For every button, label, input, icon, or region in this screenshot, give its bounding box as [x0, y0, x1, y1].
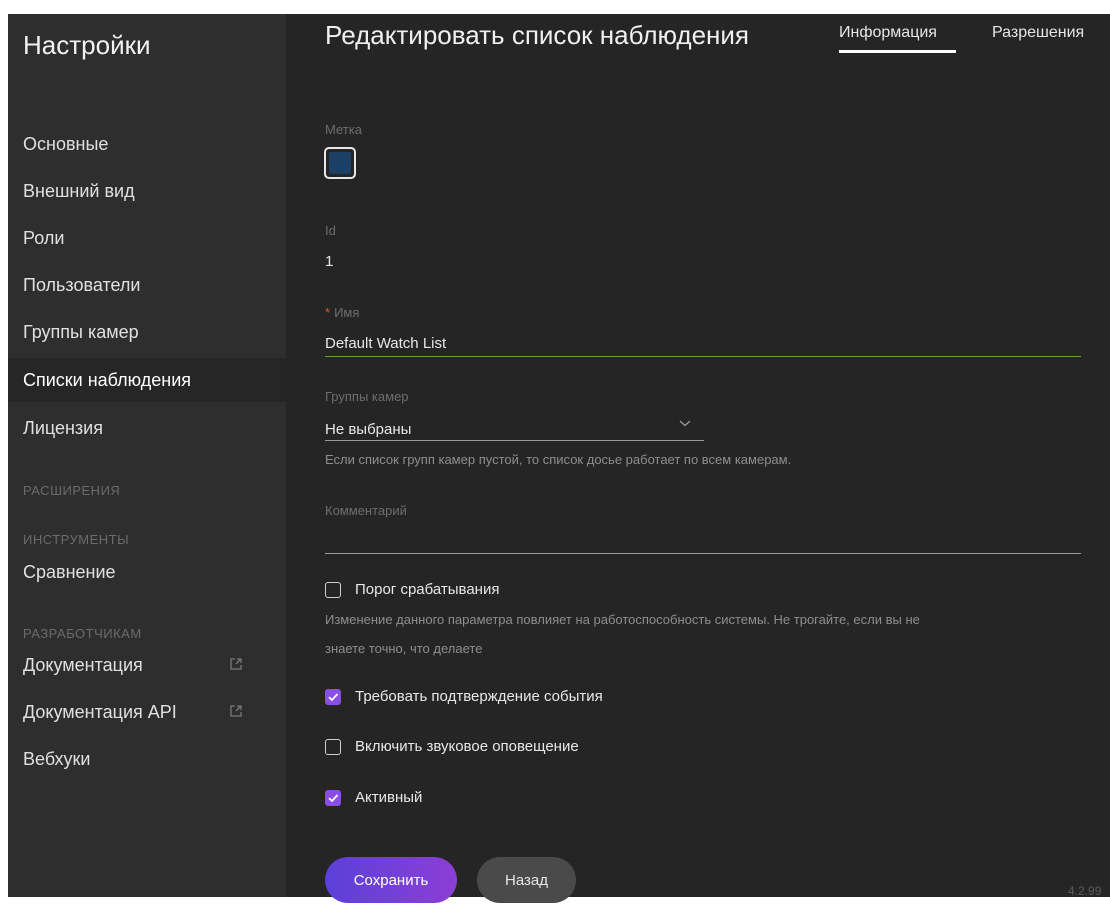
sidebar-item-api-documentation[interactable]: Документация API [8, 690, 286, 734]
sidebar-item-compare[interactable]: Сравнение [8, 550, 286, 594]
require-ack-checkbox[interactable] [325, 688, 341, 705]
external-link-icon [230, 658, 242, 670]
left-border [0, 0, 8, 905]
sidebar-item-documentation[interactable]: Документация [8, 643, 286, 687]
sound-label: Включить звуковое оповещение [355, 738, 579, 755]
chevron-down-icon[interactable] [679, 417, 691, 429]
active-checkbox-row[interactable]: Активный [325, 789, 422, 806]
external-link-icon [230, 705, 242, 717]
comment-input-underline [325, 553, 1081, 554]
require-ack-label: Требовать подтверждение события [355, 688, 603, 705]
sidebar-item-label: Документация [23, 654, 143, 675]
page-title: Редактировать список наблюдения [325, 20, 750, 50]
threshold-label: Порог срабатывания [355, 581, 500, 598]
name-input[interactable]: Default Watch List [325, 335, 446, 352]
sidebar-item-watch-lists[interactable]: Списки наблюдения [8, 358, 286, 402]
active-label: Активный [355, 789, 423, 806]
camera-groups-hint: Если список групп камер пустой, то списо… [325, 452, 792, 467]
active-tab-indicator [839, 50, 956, 53]
sound-checkbox-row[interactable]: Включить звуковое оповещение [325, 738, 579, 755]
sidebar-item-roles[interactable]: Роли [8, 216, 286, 260]
camera-groups-underline [325, 440, 704, 441]
comment-input[interactable] [325, 529, 1081, 549]
sidebar: Настройки Основные Внешний вид Роли Поль… [8, 14, 286, 897]
camera-groups-select[interactable]: Не выбраны [325, 421, 411, 438]
threshold-checkbox[interactable] [325, 581, 341, 598]
tab-information[interactable]: Информация [839, 24, 937, 42]
section-extensions: РАСШИРЕНИЯ [23, 483, 121, 498]
sidebar-item-camera-groups[interactable]: Группы камер [8, 310, 286, 354]
sidebar-item-appearance[interactable]: Внешний вид [8, 169, 286, 213]
sidebar-item-webhooks[interactable]: Вебхуки [8, 737, 286, 781]
sidebar-item-label: Документация API [23, 701, 177, 722]
main-content: Редактировать список наблюдения Информац… [286, 14, 1110, 903]
version-label: 4.2.99 [1068, 884, 1102, 898]
sidebar-item-general[interactable]: Основные [8, 122, 286, 166]
camera-groups-label: Группы камер [325, 389, 409, 404]
section-developers: РАЗРАБОТЧИКАМ [23, 626, 142, 641]
mark-color-swatch[interactable] [324, 147, 356, 179]
sidebar-title: Настройки [23, 30, 151, 60]
threshold-checkbox-row[interactable]: Порог срабатывания [325, 581, 499, 598]
required-marker: * [325, 305, 331, 320]
save-button[interactable]: Сохранить [325, 857, 457, 903]
sidebar-item-license[interactable]: Лицензия [8, 406, 286, 450]
comment-label: Комментарий [325, 503, 407, 518]
top-border [0, 0, 1110, 14]
name-input-underline [325, 356, 1081, 357]
tab-permissions[interactable]: Разрешения [992, 24, 1084, 42]
name-label: * Имя [325, 305, 359, 320]
id-label: Id [325, 223, 336, 238]
checkmark-icon [328, 793, 339, 802]
mark-color-fill [329, 152, 351, 174]
id-value: 1 [325, 253, 334, 270]
sound-checkbox[interactable] [325, 738, 341, 755]
active-checkbox[interactable] [325, 789, 341, 806]
threshold-hint-line2: знаете точно, что делаете [325, 641, 483, 656]
section-tools: ИНСТРУМЕНТЫ [23, 532, 130, 547]
back-button[interactable]: Назад [477, 857, 576, 903]
mark-label: Метка [325, 122, 362, 137]
threshold-hint-line1: Изменение данного параметра повлияет на … [325, 612, 920, 627]
name-label-text: Имя [334, 305, 360, 320]
require-ack-checkbox-row[interactable]: Требовать подтверждение события [325, 688, 603, 705]
checkmark-icon [328, 692, 339, 701]
sidebar-item-users[interactable]: Пользователи [8, 263, 286, 307]
